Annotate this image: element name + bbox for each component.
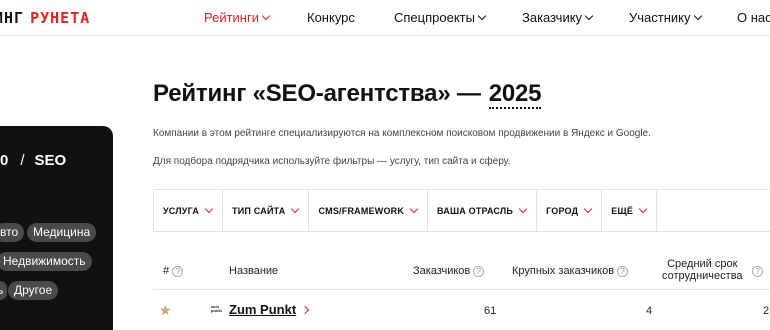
chevron-down-icon	[638, 204, 648, 214]
col-header-label: Крупных заказчиков	[512, 265, 615, 277]
chevron-down-icon	[584, 204, 593, 214]
col-header-rank[interactable]: #?	[163, 265, 184, 277]
col-header-label: #	[163, 265, 170, 277]
col-header-label: Заказчиков	[413, 265, 471, 277]
nav-item-contest[interactable]: Конкурс	[307, 10, 355, 25]
cell-duration: 2	[763, 305, 770, 317]
category-breadcrumb: 0 / SEO	[0, 152, 66, 169]
cell-big-clients: 4	[646, 305, 653, 317]
chevron-down-icon	[693, 11, 702, 21]
col-header-name[interactable]: Название	[229, 265, 278, 277]
filter-label: ВАША ОТРАСЛЬ	[437, 205, 514, 216]
help-icon[interactable]: ?	[172, 265, 184, 277]
tag-real-estate[interactable]: Недвижимость	[0, 252, 92, 271]
nav-item-ratings[interactable]: Рейтинги	[204, 10, 271, 25]
table-divider	[153, 289, 770, 290]
chevron-down-icon	[584, 11, 594, 21]
year-selector[interactable]: 2025	[488, 81, 542, 109]
filter-service[interactable]: УСЛУГА	[154, 190, 224, 231]
chevron-down-icon	[261, 11, 271, 21]
nav-item-label: Участнику	[629, 10, 691, 25]
filter-more[interactable]: ЕЩЁ	[602, 190, 658, 231]
col-header-duration[interactable]: Средний срок сотрудничества	[662, 258, 743, 282]
chevron-down-icon	[204, 204, 214, 214]
col-header-label-line1: Средний срок	[667, 258, 738, 270]
nav-item-for-participants[interactable]: Участнику	[629, 10, 702, 25]
nav-item-label: О нас	[737, 10, 770, 25]
crumb-label[interactable]: SEO	[35, 152, 67, 169]
col-header-clients[interactable]: Заказчиков?	[413, 265, 485, 277]
cell-clients: 61	[484, 305, 497, 317]
help-icon[interactable]: ?	[473, 265, 485, 277]
page-description: Компании в этом рейтинге специализируютс…	[153, 128, 651, 139]
page-title-text: Рейтинг «SEO-агентства» —	[153, 80, 481, 107]
filter-label: УСЛУГА	[163, 205, 200, 216]
nav-item-label: Рейтинги	[204, 10, 259, 25]
nav-item-label: Спецпроекты	[394, 10, 475, 25]
nav-item-for-clients[interactable]: Заказчику	[522, 10, 594, 25]
filter-city[interactable]: ГОРОД	[537, 190, 603, 231]
star-icon: ★	[159, 302, 172, 318]
nav-item-label: Конкурс	[307, 10, 355, 25]
company-logo: zum punkt	[211, 304, 222, 313]
tag-partial[interactable]: ь	[0, 281, 8, 300]
crumb-separator: /	[20, 152, 25, 169]
filter-bar: УСЛУГА ТИП САЙТА CMS/FRAMEWORK ВАША ОТРА…	[153, 189, 770, 232]
col-header-big-clients[interactable]: Крупных заказчиков?	[512, 265, 629, 277]
site-header: ИНГРУНЕТА Рейтинги Конкурс Спецпроекты З…	[0, 0, 770, 36]
company-name-link[interactable]: Zum Punkt	[229, 302, 310, 317]
main-nav: Рейтинги Конкурс Спецпроекты Заказчику У…	[0, 10, 770, 30]
filter-label: ТИП САЙТА	[232, 205, 286, 216]
chevron-down-icon	[477, 11, 487, 21]
col-header-label: Название	[229, 265, 279, 277]
page-hint: Для подбора подрядчика используйте фильт…	[153, 156, 511, 167]
tag-medicine[interactable]: Медицина	[27, 223, 97, 242]
tag-auto[interactable]: вто	[0, 223, 25, 242]
nav-item-label: Заказчику	[522, 10, 583, 25]
filter-label: ГОРОД	[546, 205, 579, 216]
nav-item-special-projects[interactable]: Спецпроекты	[394, 10, 487, 25]
nav-item-about[interactable]: О нас	[737, 10, 770, 25]
filter-label: ЕЩЁ	[611, 205, 634, 216]
chevron-right-icon	[300, 305, 310, 314]
category-panel: 0 / SEO вто Медицина Недвижимость ь Другое	[0, 126, 113, 330]
filter-industry[interactable]: ВАША ОТРАСЛЬ	[428, 190, 538, 231]
crumb-number: 0	[0, 152, 9, 169]
col-header-label-line2: сотрудничества	[662, 270, 743, 282]
chevron-down-icon	[518, 204, 528, 214]
help-icon[interactable]: ?	[752, 266, 763, 277]
page-title: Рейтинг «SEO-агентства» — 2025	[153, 80, 542, 109]
filter-label: CMS/FRAMEWORK	[318, 205, 405, 216]
chevron-down-icon	[291, 204, 300, 214]
help-icon[interactable]: ?	[617, 265, 629, 277]
company-name: Zum Punkt	[229, 302, 297, 317]
filter-cms[interactable]: CMS/FRAMEWORK	[309, 190, 429, 231]
tag-other[interactable]: Другое	[8, 281, 59, 300]
chevron-down-icon	[409, 204, 419, 214]
filter-site-type[interactable]: ТИП САЙТА	[223, 190, 310, 231]
